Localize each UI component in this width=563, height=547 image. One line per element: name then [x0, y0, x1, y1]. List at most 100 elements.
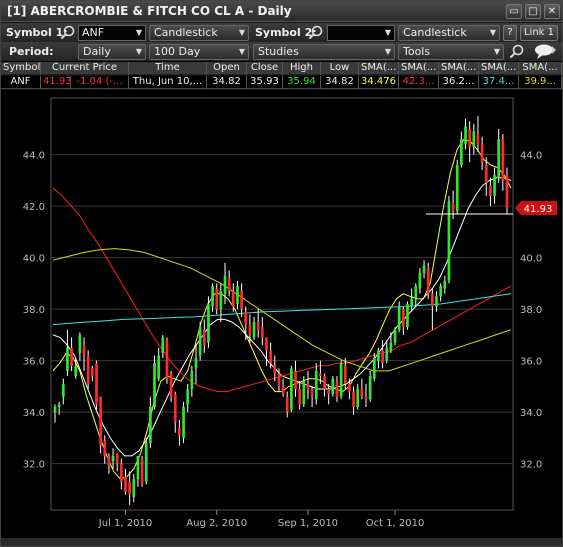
candle-body[interactable]	[240, 291, 243, 310]
candle-body[interactable]	[165, 340, 169, 379]
candle-body[interactable]	[343, 365, 347, 384]
candle-body[interactable]	[149, 407, 152, 444]
candle-body[interactable]	[169, 373, 173, 397]
candle-body[interactable]	[331, 378, 335, 395]
candle-body[interactable]	[223, 275, 227, 294]
candle-body[interactable]	[281, 386, 285, 395]
candle-body[interactable]	[431, 293, 434, 307]
quote-header-cell[interactable]: Low	[321, 62, 359, 75]
candle-body[interactable]	[186, 388, 190, 405]
candle-body[interactable]	[310, 388, 314, 397]
candle-body[interactable]	[455, 164, 459, 212]
candle-body[interactable]	[182, 407, 185, 438]
candle-body[interactable]	[476, 134, 480, 145]
candle-body[interactable]	[207, 304, 210, 343]
candle-body[interactable]	[132, 479, 136, 498]
quote-header-cell[interactable]: SMA(...	[359, 62, 399, 75]
candle-body[interactable]	[489, 185, 492, 196]
candle-body[interactable]	[356, 388, 360, 407]
candle-body[interactable]	[178, 427, 181, 436]
tools-select[interactable]: Tools ▼	[398, 44, 504, 60]
candle-body[interactable]	[115, 453, 119, 464]
candle-body[interactable]	[368, 376, 372, 400]
candle-body[interactable]	[190, 370, 194, 389]
candle-body[interactable]	[439, 285, 442, 297]
zoom-icon[interactable]	[508, 43, 526, 60]
candle-body[interactable]	[314, 370, 318, 400]
candle-body[interactable]	[128, 481, 131, 495]
candle-body[interactable]	[335, 381, 339, 397]
candle-body[interactable]	[372, 358, 376, 379]
candle-body[interactable]	[227, 278, 231, 292]
candle-body[interactable]	[447, 201, 451, 281]
restore-button[interactable]: ▭	[506, 4, 522, 19]
candle-body[interactable]	[327, 388, 331, 395]
candle-body[interactable]	[401, 309, 405, 328]
candle-body[interactable]	[144, 443, 148, 482]
candle-body[interactable]	[269, 350, 272, 364]
candle-body[interactable]	[86, 355, 90, 384]
candle-body[interactable]	[194, 358, 198, 369]
range-select[interactable]: 100 Day ▼	[149, 44, 249, 60]
candle-body[interactable]	[90, 368, 94, 377]
help-button[interactable]: ?	[503, 25, 517, 41]
candle-body[interactable]	[74, 365, 78, 377]
candle-body[interactable]	[252, 322, 256, 338]
candle-body[interactable]	[319, 373, 322, 377]
quote-header-cell[interactable]: Close	[247, 62, 283, 75]
candle-body[interactable]	[136, 455, 140, 480]
close-button[interactable]: ✕	[544, 4, 560, 19]
candle-body[interactable]	[273, 365, 277, 374]
candle-body[interactable]	[352, 391, 355, 407]
price-chart[interactable]: 44.044.042.042.040.040.038.038.036.036.0…	[1, 90, 562, 538]
candle-body[interactable]	[107, 455, 111, 467]
candle-body[interactable]	[66, 347, 69, 371]
candle-body[interactable]	[198, 327, 202, 356]
candle-body[interactable]	[99, 396, 102, 446]
candle-body[interactable]	[103, 440, 107, 456]
candle-body[interactable]	[215, 288, 219, 310]
period-select[interactable]: Daily ▼	[78, 44, 146, 60]
candle-body[interactable]	[468, 128, 472, 147]
quote-header-cell[interactable]: Current Price	[41, 62, 129, 75]
candle-body[interactable]	[277, 373, 281, 387]
candle-body[interactable]	[497, 139, 501, 178]
search-icon[interactable]	[59, 24, 77, 41]
candle-body[interactable]	[339, 363, 343, 397]
candle-body[interactable]	[422, 265, 426, 274]
candle-body[interactable]	[385, 347, 389, 361]
studies-select[interactable]: Studies ▼	[253, 44, 395, 60]
quote-header-cell[interactable]: High	[283, 62, 321, 75]
quote-header-cell[interactable]: SMA(...	[399, 62, 439, 75]
candle-body[interactable]	[173, 394, 177, 423]
candle-body[interactable]	[377, 350, 380, 361]
candle-body[interactable]	[505, 175, 509, 209]
candle-body[interactable]	[323, 376, 326, 389]
symbol1-input[interactable]: ANF ▼	[78, 25, 146, 41]
candle-body[interactable]	[418, 273, 422, 289]
candle-body[interactable]	[285, 396, 289, 413]
candle-body[interactable]	[231, 291, 235, 307]
candle-body[interactable]	[406, 304, 409, 328]
candle-body[interactable]	[153, 363, 156, 407]
candle-body[interactable]	[53, 407, 57, 413]
candle-body[interactable]	[306, 383, 310, 389]
candle-body[interactable]	[211, 285, 214, 307]
title-bar[interactable]: [1] ABERCROMBIE & FITCH CO CL A - Daily …	[1, 1, 562, 22]
candle-body[interactable]	[443, 280, 447, 289]
candle-body[interactable]	[219, 291, 223, 310]
quote-header-cell[interactable]: Time	[129, 62, 207, 75]
link-button[interactable]: Link 1	[520, 25, 558, 41]
candle-body[interactable]	[265, 337, 268, 351]
candle-body[interactable]	[95, 363, 98, 405]
candle-body[interactable]	[493, 175, 496, 196]
candle-body[interactable]	[364, 396, 368, 400]
candle-body[interactable]	[260, 327, 264, 338]
candle-body[interactable]	[410, 298, 413, 307]
candle-body[interactable]	[57, 404, 61, 407]
quote-header-cell[interactable]: SMA(...	[519, 62, 562, 75]
candle-body[interactable]	[290, 368, 293, 410]
candle-body[interactable]	[140, 458, 144, 485]
candle-body[interactable]	[111, 455, 115, 462]
candle-body[interactable]	[78, 334, 82, 353]
